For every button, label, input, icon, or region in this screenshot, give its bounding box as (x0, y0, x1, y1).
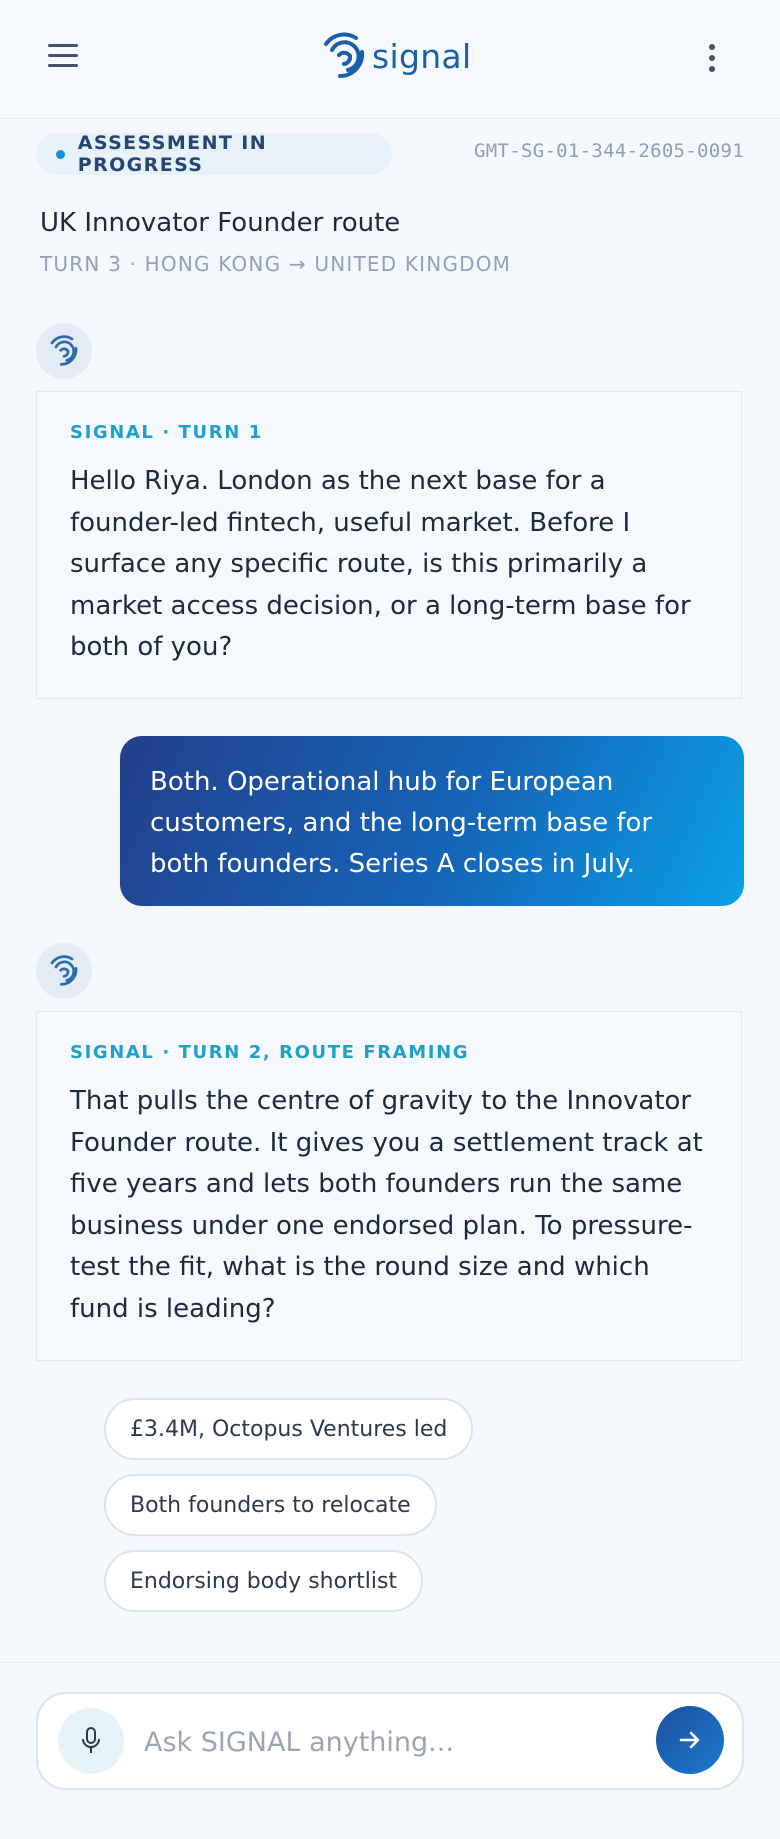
send-button[interactable] (656, 1706, 724, 1774)
chat-input[interactable] (142, 1716, 666, 1768)
user-message: Both. Operational hub for European custo… (120, 736, 744, 906)
app-logo: signal (322, 32, 471, 80)
composer-bar (36, 1692, 744, 1790)
signal-logo-icon (50, 955, 78, 986)
route-title: UK Innovator Founder route (40, 208, 401, 238)
arrow-right-icon (679, 1731, 700, 1749)
app-header: signal (0, 0, 780, 119)
signal-message: SIGNAL · TURN 2, ROUTE FRAMING That pull… (36, 1011, 742, 1361)
app-name: signal (372, 36, 472, 76)
suggestion-chip[interactable]: Both founders to relocate (104, 1474, 437, 1536)
message-text: Hello Riya. London as the next base for … (70, 466, 691, 662)
signal-logo-icon (324, 32, 365, 79)
more-options-button[interactable] (700, 44, 724, 80)
microphone-icon (82, 1727, 100, 1753)
suggestion-chip[interactable]: Endorsing body shortlist (104, 1550, 424, 1612)
hamburger-icon (48, 44, 84, 67)
signal-message: SIGNAL · TURN 1 Hello Riya. London as th… (36, 391, 742, 699)
route-subtitle: TURN 3 · HONG KONG → UNITED KINGDOM (40, 252, 512, 276)
message-text: That pulls the centre of gravity to the … (70, 1086, 703, 1324)
menu-button[interactable] (48, 44, 84, 74)
status-badge: ASSESSMENT IN PROGRESS (36, 132, 392, 176)
more-vertical-icon (700, 44, 724, 72)
status-badge-label: ASSESSMENT IN PROGRESS (77, 132, 268, 176)
signal-avatar (36, 943, 92, 999)
message-label: SIGNAL · TURN 1 (70, 422, 263, 443)
signal-avatar (36, 323, 92, 379)
message-label: SIGNAL · TURN 2, ROUTE FRAMING (70, 1042, 470, 1063)
suggestion-chip[interactable]: £3.4M, Octopus Ventures led (104, 1398, 474, 1460)
status-dot-icon (56, 149, 65, 159)
case-id: GMT-SG-01-344-2605-0091 (474, 140, 744, 162)
signal-logo-icon (50, 335, 78, 366)
microphone-button[interactable] (58, 1708, 124, 1774)
